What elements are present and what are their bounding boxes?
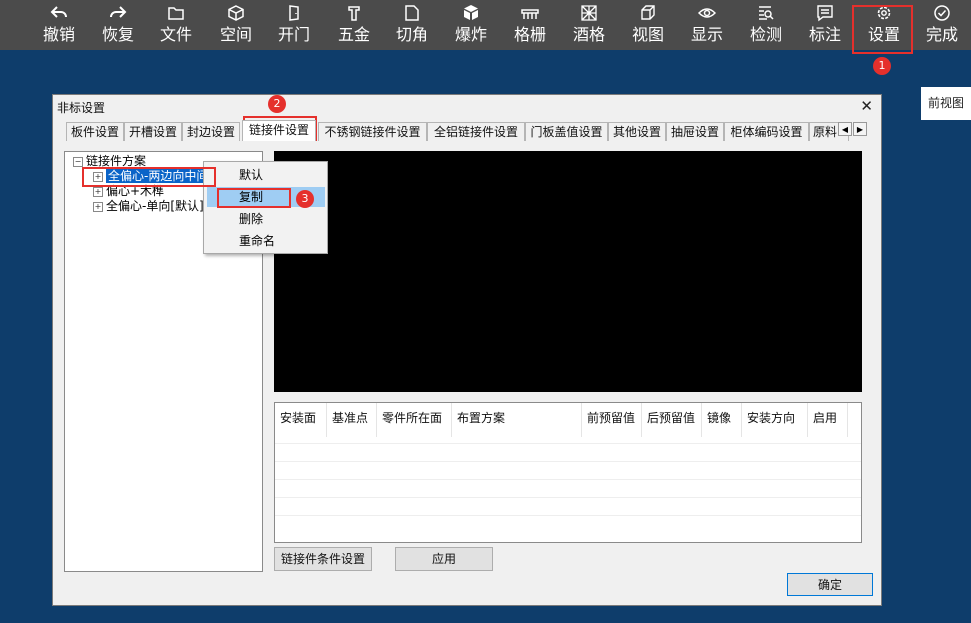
column-header: 布置方案 [452, 403, 582, 437]
open-door-button[interactable]: 开门 [266, 0, 322, 50]
grille-button[interactable]: 格栅 [502, 0, 558, 50]
custom-settings-dialog: 非标设置 ✕ 板件设置 开槽设置 封边设置 链接件设置 不锈钢链接件设置 全铝链… [52, 94, 882, 606]
menu-item-rename[interactable]: 重命名 [207, 231, 325, 251]
table-row-divider [275, 497, 861, 498]
hardware-icon [326, 4, 382, 26]
tab-stainless-connector-settings[interactable]: 不锈钢链接件设置 [318, 122, 427, 141]
connector-conditions-button[interactable]: 链接件条件设置 [274, 547, 372, 571]
table-row-divider [275, 461, 861, 462]
step-badge-3: 3 [296, 190, 314, 208]
expand-icon[interactable]: + [93, 186, 103, 197]
explode-icon [443, 4, 499, 26]
menu-item-default[interactable]: 默认 [207, 165, 325, 185]
dialog-title: 非标设置 [57, 101, 106, 115]
expand-icon[interactable]: + [93, 201, 103, 212]
connector-config-table: 安装面 基准点 零件所在面 布置方案 前预留值 后预留值 镜像 安装方向 启用 [274, 402, 862, 543]
grille-icon [502, 4, 558, 26]
finish-button[interactable]: 完成 [914, 0, 970, 50]
column-header: 安装面 [275, 403, 327, 437]
tab-board-settings[interactable]: 板件设置 [66, 122, 124, 141]
tree-item-full-eccentric-one-way[interactable]: + 全偏心-单向[默认] [93, 199, 204, 214]
explode-button[interactable]: 爆炸 [443, 0, 499, 50]
space-button[interactable]: 空间 [208, 0, 264, 50]
tree-root-label: 链接件方案 [86, 154, 147, 168]
table-row-divider [275, 479, 861, 480]
column-header: 基准点 [327, 403, 377, 437]
check-circle-icon [914, 4, 970, 26]
column-header: 前预留值 [582, 403, 642, 437]
tab-edge-banding-settings[interactable]: 封边设置 [182, 122, 240, 141]
annotation-icon [797, 4, 853, 26]
settings-tabs: 板件设置 开槽设置 封边设置 链接件设置 不锈钢链接件设置 全铝链接件设置 门板… [64, 120, 854, 141]
step-badge-2: 2 [268, 95, 286, 113]
copy-menu-highlight-box [217, 188, 291, 208]
cube-icon [208, 4, 264, 26]
hardware-button[interactable]: 五金 [326, 0, 382, 50]
close-icon[interactable]: ✕ [860, 97, 873, 115]
collapse-icon[interactable]: − [73, 156, 83, 167]
column-header: 启用 [808, 403, 848, 437]
settings-highlight-box [852, 5, 913, 54]
inspect-icon [738, 4, 794, 26]
column-header: 后预留值 [642, 403, 702, 437]
chamfer-button[interactable]: 切角 [384, 0, 440, 50]
column-header: 零件所在面 [377, 403, 452, 437]
ok-button[interactable]: 确定 [787, 573, 873, 596]
table-row-divider [275, 515, 861, 516]
tree-item-label: 全偏心-单向[默认] [106, 199, 204, 213]
tab-cabinet-code-settings[interactable]: 柜体编码设置 [724, 122, 809, 141]
chamfer-icon [384, 4, 440, 26]
eye-icon [679, 4, 735, 26]
tab-scroll-right-button[interactable]: ▶ [853, 122, 867, 136]
view-button[interactable]: 视图 [620, 0, 676, 50]
front-view-panel[interactable]: 前视图 [921, 87, 971, 120]
undo-button[interactable]: 撤销 [31, 0, 87, 50]
main-toolbar: 撤销 恢复 文件 空间 开门 五金 切角 爆炸 格栅 酒格 视图 显示 检测 标… [0, 0, 971, 50]
tab-groove-settings[interactable]: 开槽设置 [124, 122, 182, 141]
undo-icon [31, 4, 87, 26]
tab-other-settings[interactable]: 其他设置 [608, 122, 666, 141]
apply-button[interactable]: 应用 [395, 547, 493, 571]
menu-item-delete[interactable]: 删除 [207, 209, 325, 229]
folder-icon [148, 4, 204, 26]
annotation-button[interactable]: 标注 [797, 0, 853, 50]
view-icon [620, 4, 676, 26]
tab-scroll-left-button[interactable]: ◀ [838, 122, 852, 136]
tab-aluminum-connector-settings[interactable]: 全铝链接件设置 [427, 122, 525, 141]
tab-drawer-settings[interactable]: 抽屉设置 [666, 122, 724, 141]
tab-door-overlay-settings[interactable]: 门板盖值设置 [525, 122, 608, 141]
redo-icon [90, 4, 146, 26]
wine-rack-icon [561, 4, 617, 26]
file-button[interactable]: 文件 [148, 0, 204, 50]
inspect-button[interactable]: 检测 [738, 0, 794, 50]
tree-item-highlight-box [82, 167, 216, 187]
redo-button[interactable]: 恢复 [90, 0, 146, 50]
tab-connector-settings[interactable]: 链接件设置 [242, 120, 316, 141]
door-icon [266, 4, 322, 26]
table-row-divider [275, 443, 861, 444]
step-badge-1: 1 [873, 57, 891, 75]
display-button[interactable]: 显示 [679, 0, 735, 50]
column-header: 安装方向 [742, 403, 808, 437]
wine-rack-button[interactable]: 酒格 [561, 0, 617, 50]
column-header: 镜像 [702, 403, 742, 437]
connector-preview-canvas [274, 151, 862, 392]
